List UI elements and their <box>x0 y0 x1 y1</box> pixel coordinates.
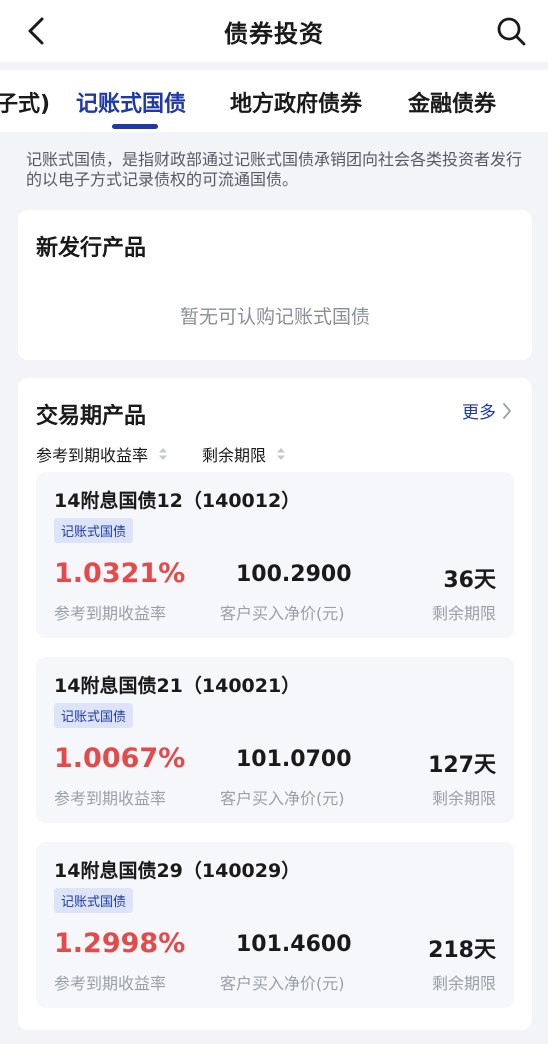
top-nav-bar: 债券投资 <box>0 0 548 62</box>
bond-yield-value: 1.0321% <box>54 558 186 589</box>
sort-term-label: 剩余期限 <box>202 446 267 465</box>
sort-by-yield[interactable]: 参考到期收益率 <box>36 442 168 466</box>
tab-partial[interactable]: 子式) <box>0 86 50 118</box>
page-title: 债券投资 <box>224 20 324 48</box>
bond-price-label: 客户买入净价(元) <box>220 604 345 623</box>
bond-price-label: 客户买入净价(元) <box>220 974 345 993</box>
sort-bar: 参考到期收益率 剩余期限 <box>36 442 286 466</box>
bond-yield-label: 参考到期收益率 <box>54 974 167 993</box>
new-issue-title: 新发行产品 <box>36 236 147 261</box>
bond-term-label: 剩余期限 <box>431 604 496 623</box>
bond-term-label: 剩余期限 <box>431 974 496 993</box>
bond-term-value: 127天 <box>428 753 496 778</box>
sort-yield-label: 参考到期收益率 <box>36 446 149 465</box>
search-button[interactable] <box>494 14 528 48</box>
bond-name: 14附息国债29（140029） <box>54 860 301 882</box>
bond-term-label: 剩余期限 <box>431 789 496 808</box>
bond-yield-label: 参考到期收益率 <box>54 789 167 808</box>
bond-list-item[interactable]: 14附息国债29（140029） 记账式国债 1.2998% 101.4600 … <box>36 842 514 1008</box>
bond-type-tag: 记账式国债 <box>54 518 134 543</box>
chevron-right-icon <box>503 402 511 419</box>
trading-products-title: 交易期产品 <box>36 404 147 429</box>
more-label: 更多 <box>462 403 496 423</box>
bond-name: 14附息国债21（140021） <box>54 675 301 697</box>
bond-price-value: 101.0700 <box>236 747 352 772</box>
sort-by-term[interactable]: 剩余期限 <box>202 442 286 466</box>
bond-type-tag: 记账式国债 <box>54 888 134 913</box>
bond-yield-value: 1.2998% <box>54 928 186 959</box>
sort-icon <box>159 448 168 460</box>
new-issue-card: 新发行产品 暂无可认购记账式国债 <box>18 210 532 360</box>
tab-financial-bonds[interactable]: 金融债券 <box>408 86 496 118</box>
bond-list-item[interactable]: 14附息国债12（140012） 记账式国债 1.0321% 100.2900 … <box>36 472 514 638</box>
tab-local-government-bonds[interactable]: 地方政府债券 <box>230 86 362 118</box>
tab-book-entry-treasury[interactable]: 记账式国债 <box>76 86 186 118</box>
empty-state-text: 暂无可认购记账式国债 <box>179 306 370 328</box>
bond-list-item[interactable]: 14附息国债21（140021） 记账式国债 1.0067% 101.0700 … <box>36 657 514 823</box>
sort-icon <box>277 448 286 460</box>
more-link[interactable]: 更多 <box>462 398 512 423</box>
active-tab-indicator <box>112 124 158 129</box>
category-tabs: 子式) 记账式国债 地方政府债券 金融债券 <box>0 70 548 132</box>
bond-price-value: 100.2900 <box>236 562 352 587</box>
search-icon <box>497 17 526 46</box>
bond-term-value: 218天 <box>428 938 496 963</box>
trading-products-card: 交易期产品 更多 参考到期收益率 剩余期限 14附息国债12（140012） 记… <box>18 378 532 1030</box>
bond-price-label: 客户买入净价(元) <box>220 789 345 808</box>
bond-term-value: 36天 <box>443 568 496 593</box>
bond-name: 14附息国债12（140012） <box>54 490 301 512</box>
bond-type-tag: 记账式国债 <box>54 703 134 728</box>
category-description: 记账式国债，是指财政部通过记账式国债承销团向社会各类投资者发行的以电子方式记录债… <box>26 150 523 189</box>
bond-yield-value: 1.0067% <box>54 743 186 774</box>
header-divider <box>0 62 548 70</box>
bond-yield-label: 参考到期收益率 <box>54 604 167 623</box>
bond-price-value: 101.4600 <box>236 932 352 957</box>
